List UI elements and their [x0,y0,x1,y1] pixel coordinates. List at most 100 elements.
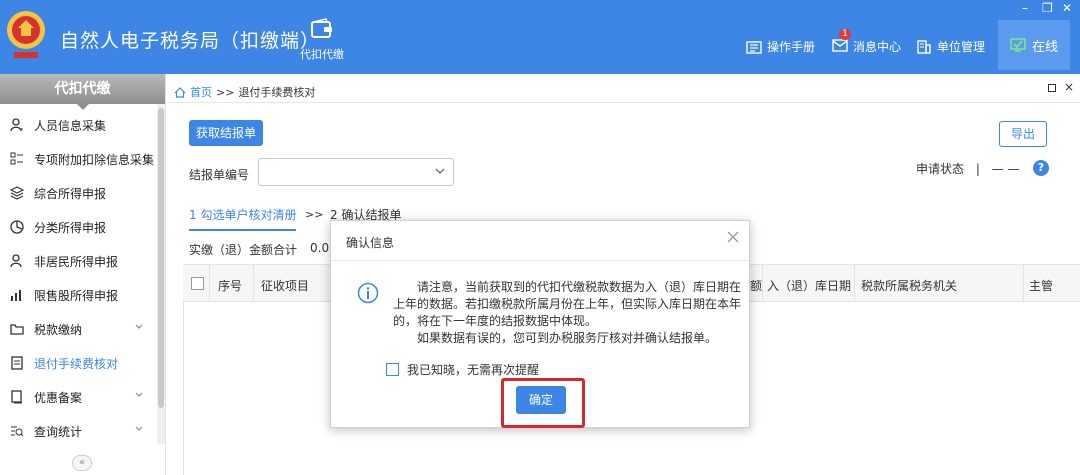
column-header-warehouse-date: 入（退）库日期 [767,279,852,293]
sidebar-item-label: 查询统计 [34,424,83,439]
nav-unit-label: 单位管理 [937,40,986,54]
dont-remind-checkbox[interactable]: 我已知晓，无需再次提醒 [386,361,539,378]
tax-emblem-icon [7,11,45,58]
sidebar-item-label: 非居民所得申报 [34,254,119,269]
document-icon [11,356,23,370]
sidebar-menu: 人员信息采集 专项附加扣除信息采集 综合所得申报 分类所得申报 非居民所得申报 … [0,108,157,448]
online-status[interactable]: 在线 [998,20,1070,70]
checkbox-box[interactable] [386,363,399,376]
sidebar-item-nonresident[interactable]: 非居民所得申报 [0,244,157,278]
sidebar-item-preferential[interactable]: 优惠备案 [0,380,157,414]
column-divider [253,265,254,301]
nav-unit-management[interactable]: 单位管理 [916,38,985,55]
chevron-down-icon [135,324,143,329]
folder-icon [10,324,24,335]
select-all-checkbox[interactable] [191,277,204,290]
nav-manual-label: 操作手册 [767,40,816,54]
chevron-down-icon [135,392,143,397]
message-badge: 1 [839,29,851,40]
sidebar: 代扣代缴 人员信息采集 专项附加扣除信息采集 综合所得申报 分类所得申报 非居民… [0,74,166,475]
breadcrumb-current: 退付手续费核对 [238,86,316,99]
total-label: 实缴（退）金额合计 [189,243,298,257]
fetch-report-button[interactable]: 获取结报单 [189,120,263,146]
window-close-icon[interactable]: ✕ [1062,2,1072,14]
search-list-icon [11,426,24,437]
sidebar-collapse-button[interactable]: « [72,455,92,471]
column-divider [209,265,210,301]
info-icon [357,282,379,304]
column-header-supervisor: 主管 [1029,279,1054,293]
column-divider [762,265,763,301]
copy-icon [11,390,22,404]
layers-icon [10,186,24,200]
confirm-ok-button[interactable]: 确定 [516,386,566,414]
manual-icon [746,40,762,54]
nav-messages-label: 消息中心 [853,40,902,54]
sidebar-item-personnel[interactable]: 人员信息采集 [0,108,157,142]
building-icon [917,39,931,54]
pie-icon [10,220,24,234]
sidebar-item-tax-payment[interactable]: 税款缴纳 [0,312,157,346]
sidebar-item-restricted-shares[interactable]: 限售股所得申报 [0,278,157,312]
step-separator: >> [305,208,324,221]
sidebar-item-query[interactable]: 查询统计 [0,414,157,448]
sidebar-item-label: 退付手续费核对 [34,356,119,371]
person-icon [10,118,23,132]
mail-icon [832,39,848,52]
sidebar-item-label: 税款缴纳 [34,322,83,337]
breadcrumb-separator: >> [216,85,235,99]
confirm-dialog: 确认信息 请注意，当前获取到的代扣代缴税款数据为入（退）库日期在上年的数据。若扣… [330,220,750,428]
dialog-title: 确认信息 [346,236,395,250]
chevron-down-icon [435,168,445,174]
dialog-message-paragraph: 请注意，当前获取到的代扣代缴税款数据为入（退）库日期在上年的数据。若扣缴税款所属… [393,280,742,328]
scrollbar-thumb[interactable] [158,108,164,408]
report-no-label: 结报单编号 [189,168,250,182]
dialog-message: 请注意，当前获取到的代扣代缴税款数据为入（退）库日期在上年的数据。若扣缴税款所属… [393,279,743,347]
help-icon[interactable]: ? [1033,160,1049,176]
pane-restore-icon[interactable] [1048,84,1056,92]
column-header-amount: 额 [750,279,763,293]
online-label: 在线 [1031,39,1058,55]
sidebar-item-classified[interactable]: 分类所得申报 [0,210,157,244]
dialog-title-bar: 确认信息 [331,221,749,261]
window-maximize-icon[interactable]: ❐ [1042,2,1053,14]
sidebar-item-label: 优惠备案 [34,390,83,405]
sidebar-item-special-deduction[interactable]: 专项附加扣除信息采集 [0,142,157,176]
step-tab-select-ledger[interactable]: 1 勾选单户核对清册 [189,206,297,231]
pane-close-icon[interactable]: × [1064,80,1074,94]
status-value: — — [991,162,1020,176]
person-icon [10,254,22,268]
report-no-select[interactable] [258,158,454,186]
dont-remind-label: 我已知晓，无需再次提醒 [407,363,540,377]
sidebar-item-label: 限售股所得申报 [34,288,119,303]
dialog-message-paragraph: 如果数据有误的，您可到办税服务厅核对并确认结报单。 [417,331,718,345]
chevron-down-icon [135,426,143,431]
divider [166,102,1080,103]
sidebar-item-label: 分类所得申报 [34,220,107,235]
sidebar-item-label: 人员信息采集 [34,118,107,133]
online-check-icon [1010,38,1026,52]
window-minimize-icon[interactable]: – [1022,2,1028,14]
wallet-icon [311,18,332,38]
status-label: 申请状态 [916,162,965,176]
close-icon[interactable] [727,231,739,243]
nav-manual[interactable]: 操作手册 [746,38,815,55]
breadcrumb-home-link[interactable]: 首页 [190,84,212,100]
list-icon [10,152,23,165]
column-divider [854,265,855,301]
top-module-label: 代扣代缴 [300,48,344,61]
column-divider [1023,265,1024,301]
top-module-withholding[interactable]: 代扣代缴 [292,18,352,62]
sidebar-scrollbar[interactable] [157,104,165,444]
column-header-tax-authority: 税款所属税务机关 [861,279,958,293]
sidebar-item-fee-check[interactable]: 退付手续费核对 [0,346,157,380]
export-button[interactable]: 导出 [999,121,1047,147]
app-title: 自然人电子税务局（扣缴端） [60,30,321,52]
column-header-index: 序号 [218,279,243,293]
column-header-levy-item: 征收项目 [261,279,310,293]
breadcrumb: 首页 >> 退付手续费核对 [174,84,315,100]
sidebar-item-label: 综合所得申报 [34,186,107,201]
nav-messages[interactable]: 1 消息中心 [832,29,902,55]
application-status: 申请状态 | — — [916,160,1020,177]
sidebar-item-comprehensive[interactable]: 综合所得申报 [0,176,157,210]
